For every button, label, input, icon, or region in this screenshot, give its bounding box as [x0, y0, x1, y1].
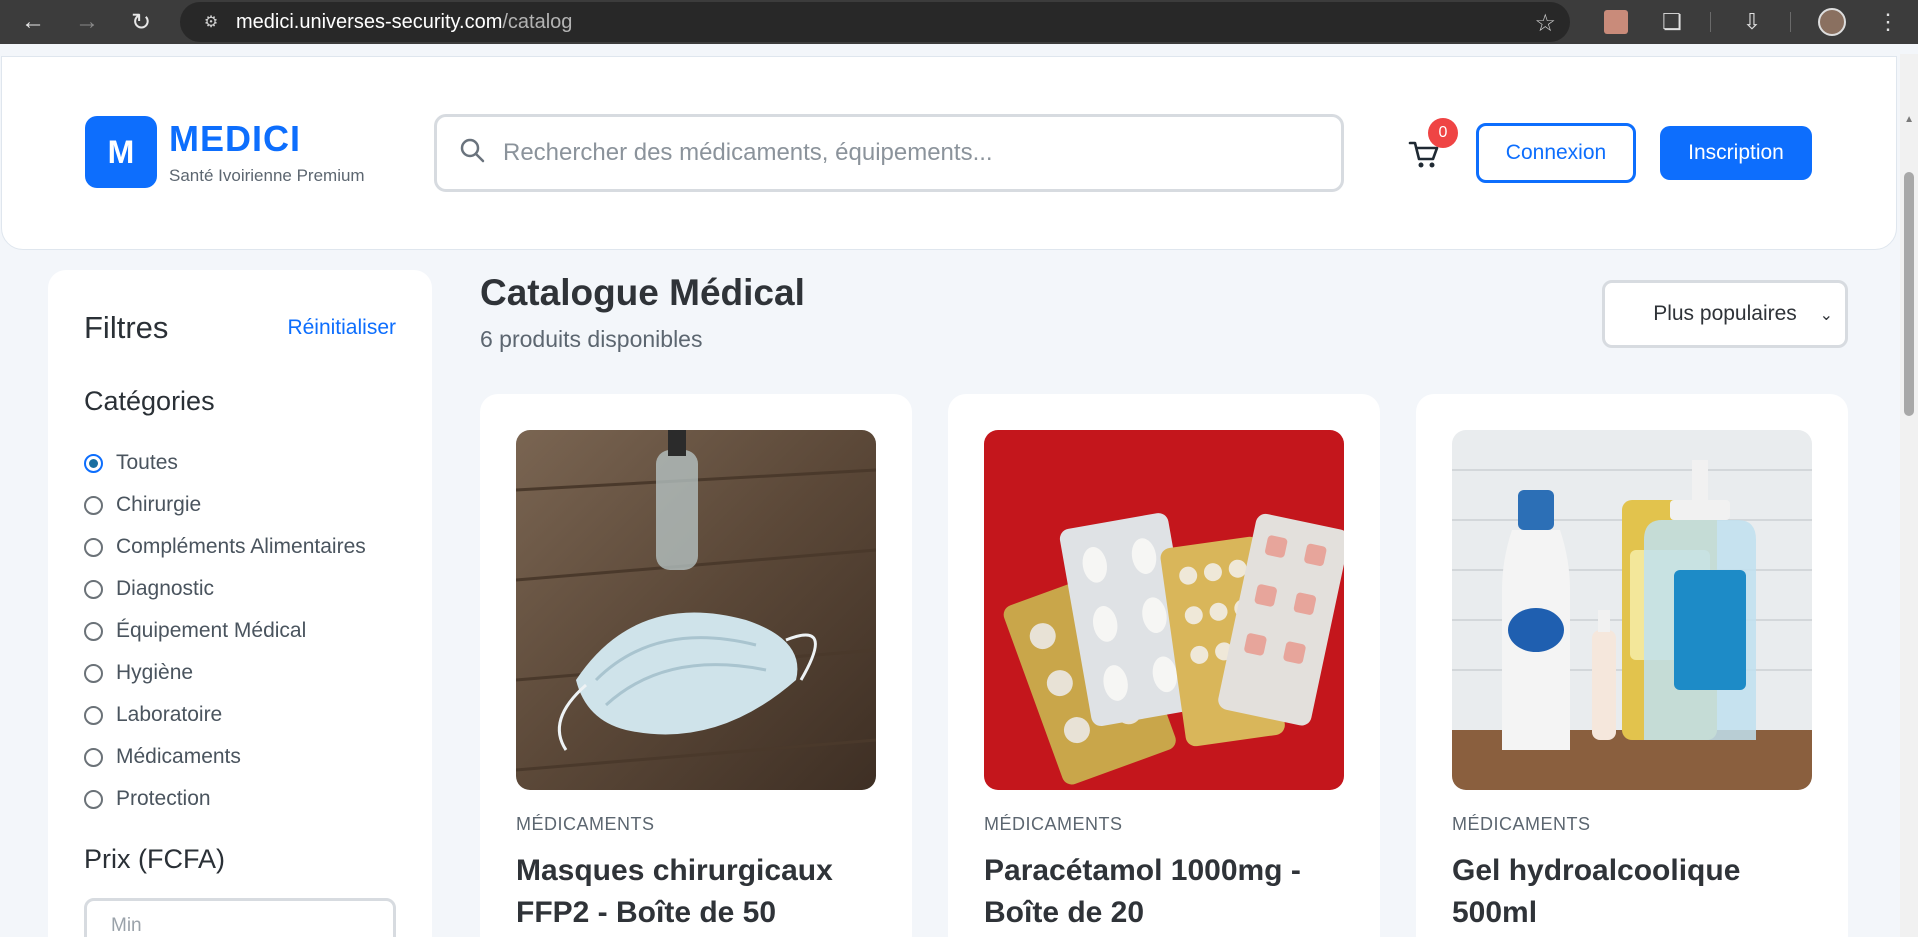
- category-option-equipement[interactable]: Équipement Médical: [84, 610, 366, 652]
- reload-icon[interactable]: ↻: [124, 5, 158, 39]
- page-title: Catalogue Médical: [480, 272, 805, 313]
- category-option-toutes[interactable]: Toutes: [84, 442, 366, 484]
- product-count: 6 produits disponibles: [480, 326, 703, 352]
- radio-button[interactable]: [84, 789, 103, 809]
- product-card[interactable]: MÉDICAMENTS Gel hydroalcoolique 500ml: [1416, 394, 1848, 937]
- product-name[interactable]: Masques chirurgicaux FFP2 - Boîte de 50: [516, 850, 886, 934]
- radio-button[interactable]: [84, 621, 103, 641]
- category-option-diagnostic[interactable]: Diagnostic: [84, 568, 366, 610]
- product-card[interactable]: MÉDICAMENTS Masques chirurgicaux FFP2 - …: [480, 394, 912, 937]
- category-list: Toutes Chirurgie Compléments Alimentaire…: [84, 442, 366, 820]
- chevron-down-icon: ⌄: [1819, 307, 1833, 324]
- brand-tagline: Santé Ivoirienne Premium: [169, 166, 365, 185]
- category-option-chirurgie[interactable]: Chirurgie: [84, 484, 366, 526]
- filters-title: Filtres: [84, 310, 169, 345]
- extension-icon[interactable]: [1600, 6, 1632, 38]
- address-bar[interactable]: ⚙ medici.universes-security.com/catalog …: [180, 2, 1570, 42]
- category-option-protection[interactable]: Protection: [84, 778, 366, 820]
- product-category: MÉDICAMENTS: [516, 814, 655, 834]
- url-text: medici.universes-security.com/catalog: [236, 10, 573, 33]
- site-info-icon[interactable]: ⚙: [200, 11, 222, 33]
- login-button[interactable]: Connexion: [1476, 123, 1636, 183]
- category-option-hygiene[interactable]: Hygiène: [84, 652, 366, 694]
- extensions-puzzle-icon[interactable]: ❏: [1656, 6, 1688, 38]
- category-option-laboratoire[interactable]: Laboratoire: [84, 694, 366, 736]
- product-image-pills[interactable]: [984, 430, 1344, 790]
- browser-toolbar: ← → ↻ ⚙ medici.universes-security.com/ca…: [0, 0, 1918, 44]
- radio-button[interactable]: [84, 663, 103, 683]
- radio-button[interactable]: [84, 453, 103, 473]
- product-category: MÉDICAMENTS: [1452, 814, 1591, 834]
- category-option-complements[interactable]: Compléments Alimentaires: [84, 526, 366, 568]
- sort-select[interactable]: Plus populaires ⌄: [1602, 280, 1848, 348]
- download-icon[interactable]: ⇩: [1736, 6, 1768, 38]
- menu-kebab-icon[interactable]: ⋮: [1872, 6, 1904, 38]
- radio-button[interactable]: [84, 705, 103, 725]
- radio-button[interactable]: [84, 537, 103, 557]
- radio-button[interactable]: [84, 579, 103, 599]
- profile-avatar-icon[interactable]: [1816, 6, 1848, 38]
- cart-count-badge: 0: [1428, 118, 1458, 148]
- signup-button[interactable]: Inscription: [1660, 126, 1812, 180]
- categories-heading: Catégories: [84, 386, 215, 416]
- product-name[interactable]: Paracétamol 1000mg - Boîte de 20: [984, 850, 1354, 934]
- filters-sidebar: Filtres Réinitialiser Catégories Toutes …: [48, 270, 432, 937]
- product-image-mask[interactable]: [516, 430, 876, 790]
- category-option-medicaments[interactable]: Médicaments: [84, 736, 366, 778]
- logo-mark[interactable]: M: [85, 116, 157, 188]
- toolbar-divider: [1790, 12, 1791, 32]
- product-category: MÉDICAMENTS: [984, 814, 1123, 834]
- toolbar-divider: [1710, 12, 1711, 32]
- radio-button[interactable]: [84, 495, 103, 515]
- bookmark-star-icon[interactable]: ☆: [1534, 9, 1556, 38]
- back-icon[interactable]: ←: [16, 5, 50, 39]
- brand-name[interactable]: MEDICI: [169, 118, 301, 160]
- scroll-thumb[interactable]: [1904, 172, 1914, 416]
- price-heading: Prix (FCFA): [84, 844, 225, 874]
- search-icon: [459, 137, 485, 170]
- product-name[interactable]: Gel hydroalcoolique 500ml: [1452, 850, 1822, 934]
- search-bar[interactable]: [434, 114, 1344, 192]
- reset-filters-link[interactable]: Réinitialiser: [287, 316, 396, 340]
- page-scrollbar[interactable]: ▲ ▼: [1900, 54, 1918, 937]
- radio-button[interactable]: [84, 747, 103, 767]
- product-card[interactable]: MÉDICAMENTS Paracétamol 1000mg - Boîte d…: [948, 394, 1380, 937]
- scroll-up-icon[interactable]: ▲: [1904, 114, 1914, 125]
- forward-icon[interactable]: →: [70, 5, 104, 39]
- price-min-input[interactable]: [84, 898, 396, 937]
- search-input[interactable]: [503, 139, 1303, 167]
- product-image-sanitizer[interactable]: [1452, 430, 1812, 790]
